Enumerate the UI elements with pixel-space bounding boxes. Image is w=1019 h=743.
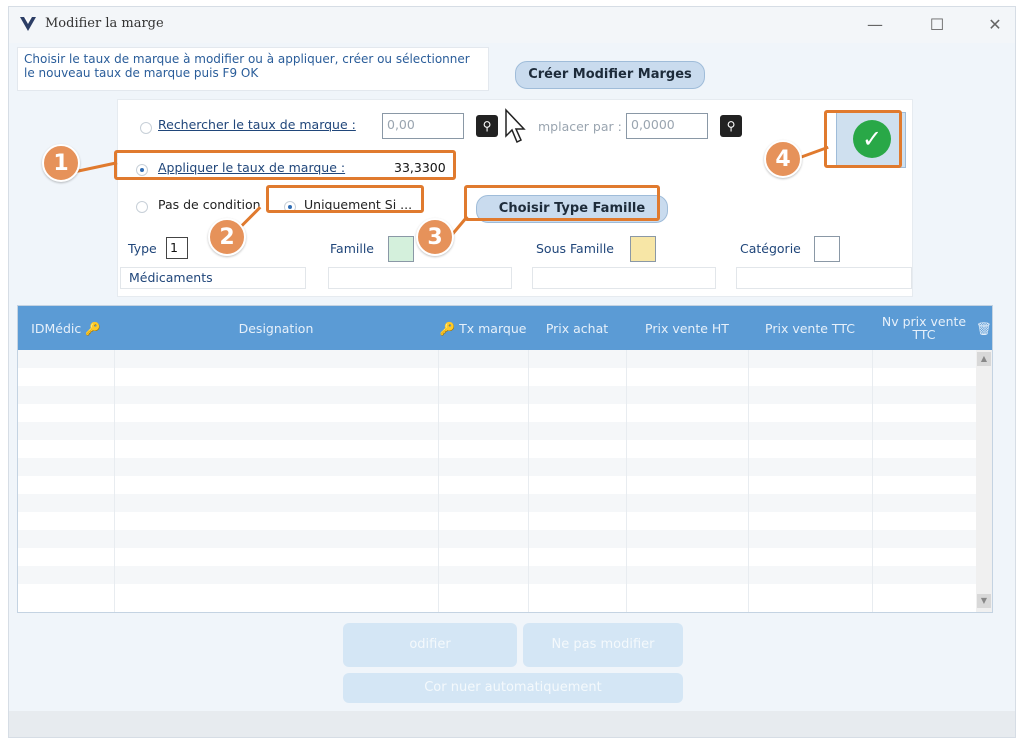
col-prix-vente-ttc[interactable]: Prix vente TTC: [748, 306, 872, 350]
sous-famille-name-field: [532, 267, 716, 289]
table-row[interactable]: [18, 584, 976, 602]
highlight-ok-button: [824, 110, 902, 168]
title-bar: Modifier la marge — ☐ ✕: [9, 7, 1015, 43]
no-condition-radio[interactable]: [136, 201, 148, 213]
medications-table: IDMédic 🔑 Designation 🔑 Tx marque Prix a…: [17, 305, 993, 613]
col-nv-prix-vente-ttc[interactable]: Nv prix vente TTC: [872, 306, 976, 350]
highlight-only-if: [266, 185, 424, 213]
maximize-button[interactable]: ☐: [919, 13, 955, 37]
table-row[interactable]: [18, 566, 976, 584]
table-row[interactable]: [18, 386, 976, 404]
mouse-cursor-icon: [505, 108, 526, 144]
search-rate-radio[interactable]: [140, 122, 152, 134]
famille-swatch[interactable]: [388, 236, 414, 262]
table-row[interactable]: [18, 512, 976, 530]
categorie-label: Catégorie: [740, 241, 801, 256]
col-prix-achat[interactable]: Prix achat: [528, 306, 626, 350]
col-idmedic[interactable]: IDMédic 🔑: [18, 306, 114, 350]
table-row[interactable]: [18, 368, 976, 386]
type-input[interactable]: 1: [166, 237, 188, 259]
famille-label: Famille: [330, 241, 374, 256]
replace-by-search-icon[interactable]: ⚲: [720, 115, 742, 137]
col-tx-marque[interactable]: 🔑 Tx marque: [438, 306, 528, 350]
table-row[interactable]: [18, 494, 976, 512]
step-badge-4: 4: [764, 140, 802, 178]
column-divider: [438, 350, 439, 612]
table-row[interactable]: [18, 404, 976, 422]
minimize-button[interactable]: —: [857, 13, 893, 37]
scroll-up-arrow[interactable]: ▲: [977, 352, 991, 366]
replace-by-input[interactable]: 0,0000: [626, 113, 708, 139]
type-name-text: Médicaments: [129, 270, 213, 285]
sous-famille-label: Sous Famille: [536, 241, 614, 256]
scroll-down-arrow[interactable]: ▼: [977, 594, 991, 608]
type-name-field: Médicaments: [120, 267, 306, 289]
table-row[interactable]: [18, 476, 976, 494]
step-badge-2: 2: [208, 218, 246, 256]
col-designation[interactable]: Designation: [114, 306, 438, 350]
app-logo-icon: [20, 16, 36, 31]
table-row[interactable]: [18, 530, 976, 548]
search-rate-label: Rechercher le taux de marque :: [158, 117, 356, 132]
search-rate-input[interactable]: 0,00: [382, 113, 464, 139]
do-not-modify-button[interactable]: Ne pas modifier: [523, 623, 683, 667]
column-divider: [872, 350, 873, 612]
highlight-apply-rate: [114, 150, 456, 180]
key-icon: 🔑: [439, 320, 456, 336]
table-row[interactable]: [18, 458, 976, 476]
modify-button[interactable]: odifier: [343, 623, 517, 667]
categorie-swatch[interactable]: [814, 236, 840, 262]
key-icon: 🔑: [85, 320, 101, 336]
column-divider: [748, 350, 749, 612]
instructions-text: Choisir le taux de marque à modifier ou …: [17, 47, 489, 91]
table-row[interactable]: [18, 422, 976, 440]
column-divider: [528, 350, 529, 612]
table-row[interactable]: [18, 350, 976, 368]
replace-by-label: mplacer par :: [538, 119, 622, 134]
col-prix-vente-ht[interactable]: Prix vente HT: [626, 306, 748, 350]
famille-name-field: [328, 267, 512, 289]
type-label: Type: [128, 241, 157, 256]
close-button[interactable]: ✕: [977, 13, 1013, 37]
table-header: IDMédic 🔑 Designation 🔑 Tx marque Prix a…: [18, 306, 992, 350]
column-divider: [626, 350, 627, 612]
continue-automatically-button[interactable]: Cor nuer automatiquement: [343, 673, 683, 703]
column-divider: [114, 350, 115, 612]
search-rate-search-icon[interactable]: ⚲: [476, 115, 498, 137]
vertical-scrollbar[interactable]: ▲ ▼: [976, 350, 992, 612]
create-modify-margins-button[interactable]: Créer Modifier Marges: [515, 61, 705, 89]
step-badge-1: 1: [42, 144, 80, 182]
status-bar: [9, 711, 1015, 737]
table-row[interactable]: [18, 440, 976, 458]
trash-icon[interactable]: 🗑: [976, 306, 992, 350]
table-row[interactable]: [18, 548, 976, 566]
no-condition-label: Pas de condition: [158, 197, 261, 212]
highlight-choose-type: [464, 185, 660, 221]
window-title: Modifier la marge: [45, 16, 164, 31]
categorie-name-field: [736, 267, 912, 289]
sous-famille-swatch[interactable]: [630, 236, 656, 262]
step-badge-3: 3: [416, 218, 454, 256]
